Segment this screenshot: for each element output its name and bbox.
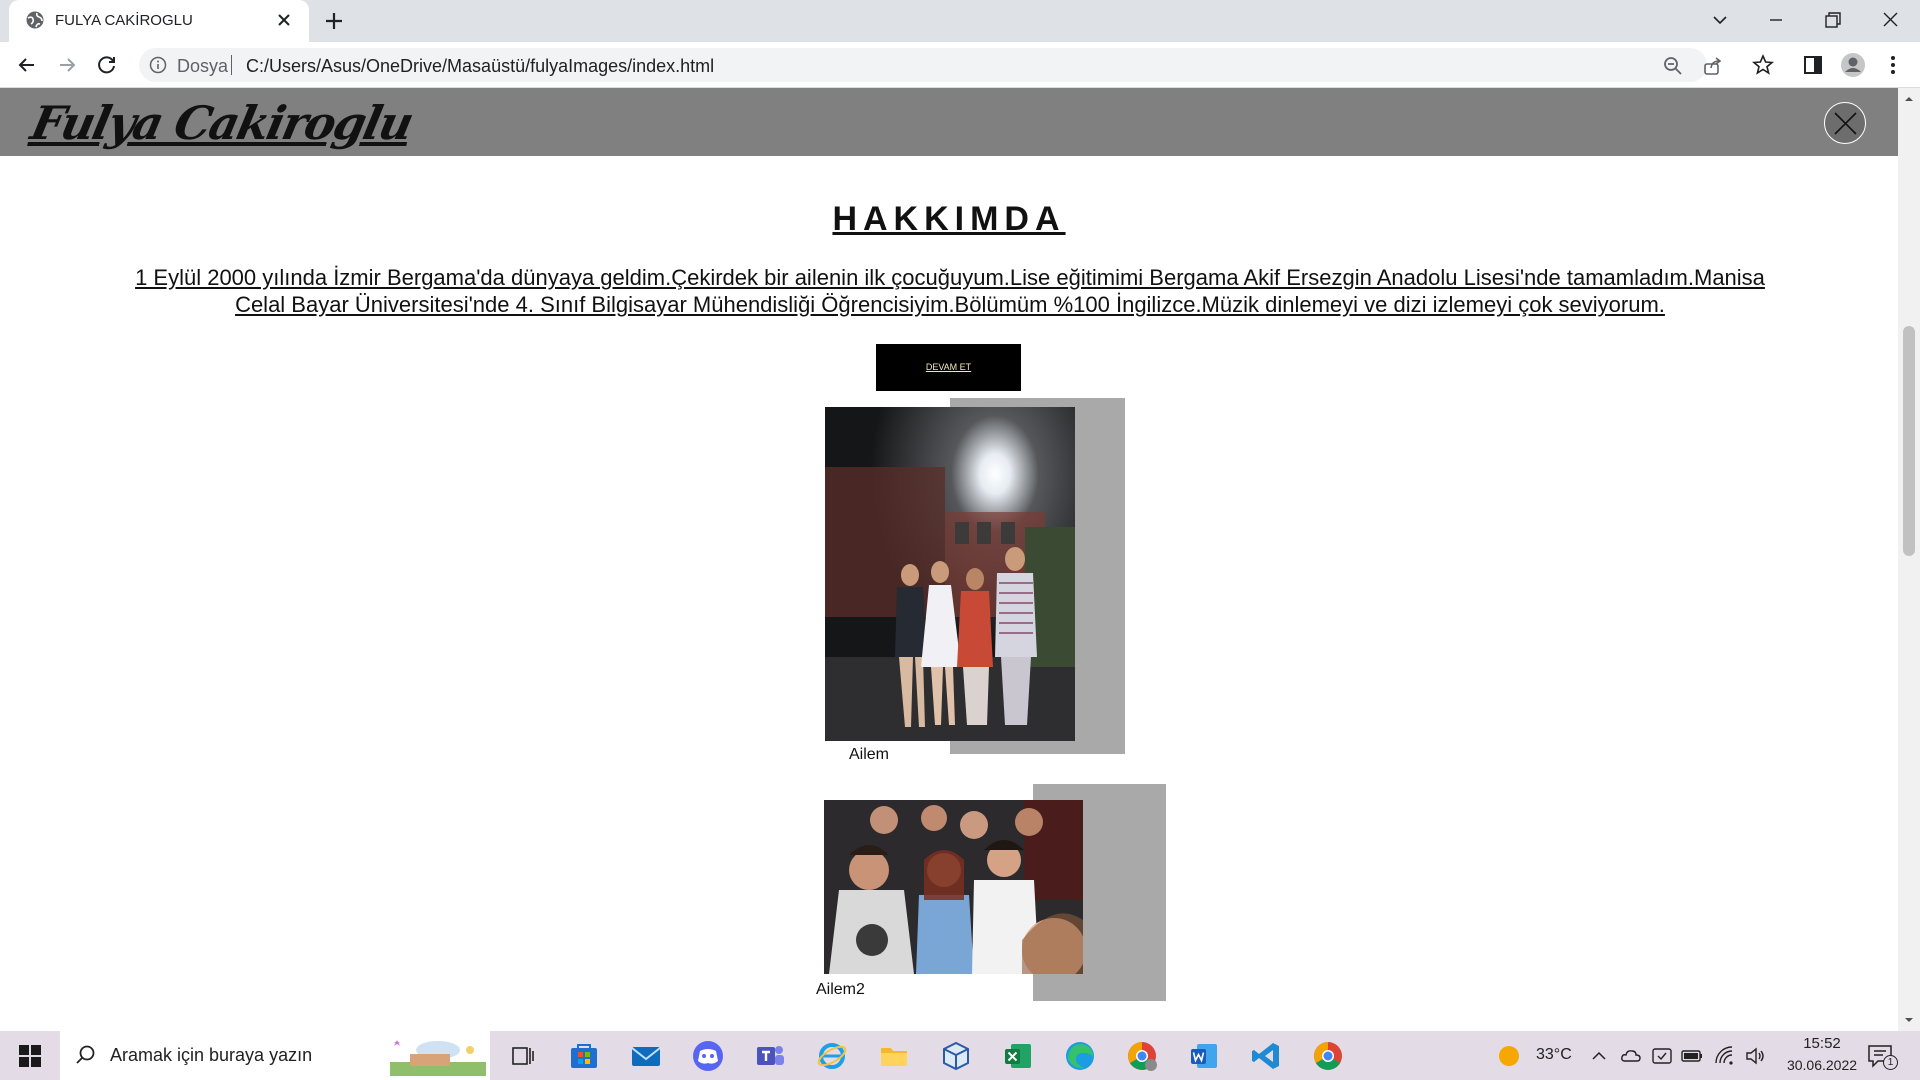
minimize-icon[interactable] bbox=[1756, 6, 1796, 34]
new-tab-icon[interactable] bbox=[322, 9, 346, 33]
notification-count-badge: 1 bbox=[1883, 1055, 1898, 1070]
scrollbar-thumb[interactable] bbox=[1903, 326, 1915, 556]
page-scrollbar[interactable] bbox=[1898, 88, 1920, 1031]
continue-button[interactable]: DEVAM ET bbox=[876, 344, 1021, 391]
address-bar[interactable]: Dosya C:/Users/Asus/OneDrive/Masaüstü/fu… bbox=[139, 48, 1722, 82]
mail-icon[interactable] bbox=[629, 1039, 663, 1073]
site-header: Fulya Cakiroglu bbox=[0, 88, 1898, 156]
onedrive-sync-icon[interactable] bbox=[1620, 1045, 1642, 1067]
taskbar-search-box[interactable]: Aramak için buraya yazın bbox=[60, 1031, 490, 1080]
address-scheme: Dosya bbox=[177, 56, 229, 76]
restore-icon[interactable] bbox=[1812, 6, 1852, 34]
clock-time[interactable]: 15:52 bbox=[1792, 1035, 1852, 1052]
side-panel-icon[interactable] bbox=[1800, 52, 1826, 78]
weather-sun-icon[interactable] bbox=[1497, 1044, 1521, 1068]
family-photo bbox=[825, 407, 1075, 741]
close-icon bbox=[1834, 112, 1857, 135]
menu-close-button[interactable] bbox=[1824, 102, 1866, 144]
chrome-profile-icon[interactable] bbox=[1125, 1039, 1159, 1073]
zoom-icon[interactable] bbox=[1663, 56, 1683, 76]
about-title: HAKKIMDA bbox=[832, 200, 1066, 238]
about-text: 1 Eylül 2000 yılında İzmir Bergama'da dü… bbox=[135, 265, 1765, 317]
globe-icon bbox=[26, 11, 44, 29]
search-icon bbox=[76, 1045, 95, 1064]
bookmark-star-icon[interactable] bbox=[1750, 52, 1776, 78]
info-icon[interactable] bbox=[149, 56, 167, 74]
back-icon[interactable] bbox=[14, 52, 40, 78]
internet-explorer-icon[interactable] bbox=[815, 1039, 849, 1073]
windows-taskbar: Aramak için buraya yazın 33°C 15:52 30.0… bbox=[0, 1031, 1920, 1080]
chevron-up-icon[interactable] bbox=[1590, 1047, 1608, 1065]
address-separator bbox=[231, 55, 232, 75]
volume-icon[interactable] bbox=[1744, 1045, 1766, 1067]
weather-temperature[interactable]: 33°C bbox=[1536, 1046, 1572, 1064]
windows-start-icon[interactable] bbox=[18, 1044, 42, 1068]
vscode-icon[interactable] bbox=[1249, 1039, 1283, 1073]
chrome-icon[interactable] bbox=[1311, 1039, 1345, 1073]
clock-date[interactable]: 30.06.2022 bbox=[1774, 1057, 1870, 1073]
page-viewport: Fulya Cakiroglu HAKKIMDA 1 Eylül 2000 yı… bbox=[0, 88, 1898, 1031]
reload-icon[interactable] bbox=[94, 52, 120, 78]
share-icon[interactable] bbox=[1703, 56, 1723, 76]
site-logo[interactable]: Fulya Cakiroglu bbox=[26, 96, 417, 150]
photo-caption: Ailem bbox=[849, 746, 890, 763]
excel-icon[interactable] bbox=[1001, 1039, 1035, 1073]
wifi-icon[interactable] bbox=[1713, 1045, 1735, 1067]
address-url[interactable]: C:/Users/Asus/OneDrive/Masaüstü/fulyaIma… bbox=[246, 56, 714, 77]
battery-icon[interactable] bbox=[1680, 1045, 1704, 1067]
word-icon[interactable] bbox=[1187, 1039, 1221, 1073]
friends-photo bbox=[824, 800, 1083, 974]
photo-caption: Ailem2 bbox=[816, 981, 865, 998]
file-explorer-icon[interactable] bbox=[877, 1039, 911, 1073]
teams-icon[interactable] bbox=[753, 1039, 787, 1073]
microsoft-store-icon[interactable] bbox=[567, 1039, 601, 1073]
forward-icon[interactable] bbox=[54, 52, 80, 78]
search-placeholder: Aramak için buraya yazın bbox=[110, 1045, 313, 1065]
edge-icon[interactable] bbox=[1063, 1039, 1097, 1073]
tab-title: FULYA CAKİROGLU bbox=[55, 12, 193, 29]
notification-center-button[interactable]: 1 bbox=[1866, 1042, 1898, 1070]
browser-menu-icon[interactable] bbox=[1880, 52, 1906, 78]
browser-tab[interactable]: FULYA CAKİROGLU bbox=[9, 0, 309, 42]
scroll-up-icon[interactable] bbox=[1904, 94, 1914, 104]
browser-tab-bar: FULYA CAKİROGLU bbox=[0, 0, 1920, 42]
profile-avatar-icon[interactable] bbox=[1840, 52, 1866, 78]
3d-viewer-icon[interactable] bbox=[939, 1039, 973, 1073]
browser-toolbar: Dosya C:/Users/Asus/OneDrive/Masaüstü/fu… bbox=[0, 42, 1920, 88]
security-icon[interactable] bbox=[1651, 1045, 1673, 1067]
close-tab-icon[interactable] bbox=[273, 9, 295, 31]
tab-search-icon[interactable] bbox=[1700, 6, 1740, 34]
scroll-down-icon[interactable] bbox=[1904, 1015, 1914, 1025]
close-window-icon[interactable] bbox=[1870, 6, 1910, 34]
task-view-icon[interactable] bbox=[505, 1039, 539, 1073]
discord-icon[interactable] bbox=[691, 1039, 725, 1073]
search-highlight-illustration bbox=[390, 1040, 486, 1076]
